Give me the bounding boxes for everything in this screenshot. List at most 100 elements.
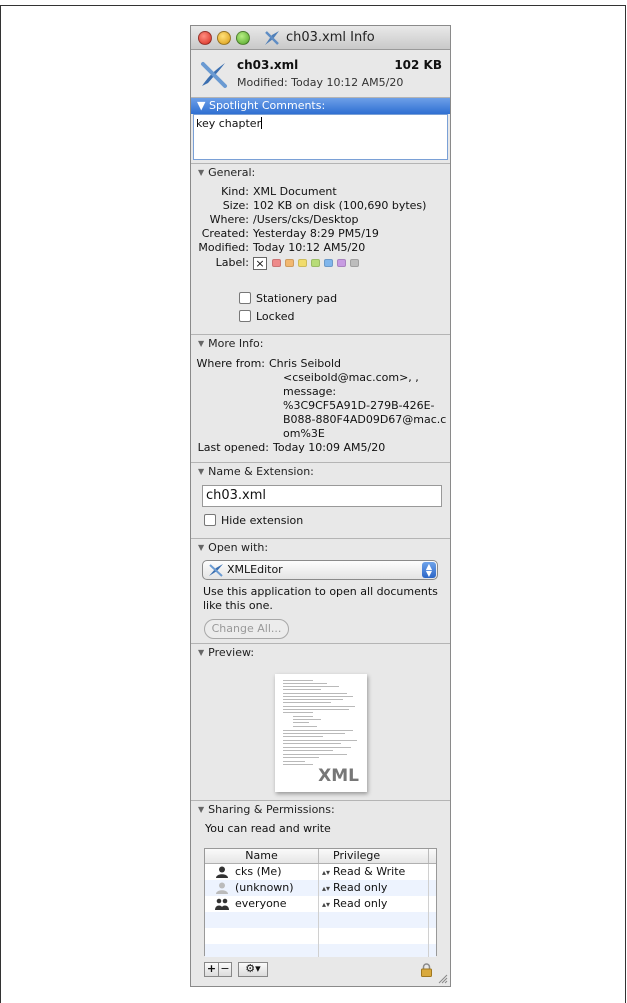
disclosure-triangle-icon: ▼ <box>198 543 205 552</box>
label-red[interactable] <box>272 259 281 267</box>
more-info-header-label: More Info: <box>208 337 264 350</box>
more-info-section: ▼ More Info: Where from: Chris Seibold <c… <box>191 335 450 463</box>
up-down-arrows-icon: ▴▾ <box>322 884 331 893</box>
privilege-value: Read only <box>333 881 388 894</box>
hide-extension-label: Hide extension <box>221 513 304 527</box>
open-with-description: Use this application to open all documen… <box>203 585 438 612</box>
open-with-section: ▼ Open with: XMLEditor ▲ ▼ Use this applic… <box>191 539 450 644</box>
privilege-popup[interactable]: ▴▾ Read only <box>319 880 429 896</box>
general-header[interactable]: ▼ General: <box>191 164 450 182</box>
permissions-table-header: Name Privilege <box>205 849 436 864</box>
privilege-popup[interactable]: ▴▾ Read & Write <box>319 864 429 880</box>
table-row[interactable]: cks (Me) ▴▾ Read & Write <box>205 864 436 880</box>
minimize-button[interactable] <box>217 31 231 45</box>
disclosure-triangle-icon: ▼ <box>198 467 205 476</box>
kind-row: Kind: XML Document <box>191 185 450 199</box>
label-blue[interactable] <box>324 259 333 267</box>
modified-key: Modified: <box>198 241 249 254</box>
preview-thumbnail: XML <box>275 674 367 792</box>
permission-summary: You can read and write <box>205 822 331 835</box>
label-yellow[interactable] <box>298 259 307 267</box>
resize-grip-icon[interactable] <box>438 974 448 984</box>
user-icon <box>216 866 228 878</box>
where-from-line: <cseibold@mac.com>, , <box>283 371 419 384</box>
open-with-header[interactable]: ▼ Open with: <box>191 539 450 557</box>
where-from-value: Chris Seibold <cseibold@mac.com>, , mess… <box>269 357 450 441</box>
locked-label: Locked <box>256 309 295 323</box>
file-name-field[interactable]: ch03.xml <box>202 485 442 507</box>
action-gear-button[interactable]: ⚙▾ <box>238 962 268 977</box>
add-user-button[interactable]: + <box>204 962 218 977</box>
permissions-toolbar: + − ⚙▾ <box>204 962 268 978</box>
spotlight-comments-text: key chapter <box>196 117 262 130</box>
empty-row <box>205 912 436 928</box>
stationery-pad-row[interactable]: Stationery pad <box>239 289 337 307</box>
label-purple[interactable] <box>337 259 346 267</box>
xml-editor-app-icon <box>209 564 223 577</box>
group-icon <box>215 898 229 910</box>
locked-row[interactable]: Locked <box>239 307 337 325</box>
where-row: Where: /Users/cks/Desktop <box>191 213 450 227</box>
hide-extension-checkbox[interactable] <box>204 514 216 526</box>
table-row[interactable]: (unknown) ▴▾ Read only <box>205 880 436 896</box>
size-row: Size: 102 KB on disk (100,690 bytes) <box>191 199 450 213</box>
xml-file-icon <box>265 31 279 45</box>
table-row[interactable]: everyone ▴▾ Read only <box>205 896 436 912</box>
last-opened-value: Today 10:09 AM5/20 <box>273 441 386 454</box>
locked-checkbox[interactable] <box>239 310 251 322</box>
modified-value: Today 10:12 AM5/20 <box>253 241 366 254</box>
sharing-header-label: Sharing & Permissions: <box>208 803 335 816</box>
stationery-pad-label: Stationery pad <box>256 291 338 305</box>
privilege-value: Read only <box>333 897 388 910</box>
label-gray[interactable] <box>350 259 359 267</box>
name-extension-header[interactable]: ▼ Name & Extension: <box>191 463 450 481</box>
empty-row <box>205 928 436 944</box>
column-header-name[interactable]: Name <box>205 849 319 863</box>
window-title: ch03.xml Info <box>286 30 375 45</box>
popup-arrows-icon: ▲ ▼ <box>422 562 436 578</box>
user-name: cks (Me) <box>235 865 282 878</box>
disclosure-triangle-icon: ▼ <box>198 339 205 348</box>
modified-row: Modified: Today 10:12 AM5/20 <box>191 241 450 255</box>
more-info-header[interactable]: ▼ More Info: <box>191 335 450 353</box>
name-extension-header-label: Name & Extension: <box>208 465 314 478</box>
zoom-button[interactable] <box>236 31 250 45</box>
where-from-line: B088-880F4AD09D67@mac.c <box>283 413 447 426</box>
stationery-pad-checkbox[interactable] <box>239 292 251 304</box>
label-green[interactable] <box>311 259 320 267</box>
sharing-header[interactable]: ▼ Sharing & Permissions: <box>191 801 450 819</box>
where-key: Where: <box>209 213 249 226</box>
xml-watermark: XML <box>318 766 359 786</box>
file-modified: Modified: Today 10:12 AM5/20 <box>237 76 404 89</box>
preview-header-label: Preview: <box>208 646 255 659</box>
remove-user-button[interactable]: − <box>218 962 232 977</box>
hide-extension-row[interactable]: Hide extension <box>191 511 450 529</box>
privilege-popup[interactable]: ▴▾ Read only <box>319 896 429 912</box>
created-row: Created: Yesterday 8:29 PM5/19 <box>191 227 450 241</box>
user-name: everyone <box>235 897 287 910</box>
column-header-privilege[interactable]: Privilege <box>319 849 429 863</box>
close-button[interactable] <box>198 31 212 45</box>
where-from-line: %3C9CF5A91D-279B-426E- <box>283 399 435 412</box>
where-from-line: Chris Seibold <box>269 357 342 370</box>
preview-section: ▼ Preview: XML <box>191 644 450 801</box>
open-with-header-label: Open with: <box>208 541 269 554</box>
xml-editor-icon <box>201 62 227 88</box>
change-all-button[interactable]: Change All... <box>204 619 289 639</box>
no-label-button[interactable]: × <box>253 256 267 270</box>
disclosure-triangle-icon: ▼ <box>198 648 205 657</box>
label-swatches: × <box>253 256 450 270</box>
disclosure-triangle-icon: ▼ <box>198 168 205 177</box>
open-with-popup[interactable]: XMLEditor ▲ ▼ <box>202 560 438 580</box>
title-bar[interactable]: ch03.xml Info <box>191 26 450 50</box>
label-key: Label: <box>215 256 249 269</box>
lock-icon[interactable] <box>421 963 432 977</box>
preview-header[interactable]: ▼ Preview: <box>191 644 450 662</box>
privilege-value: Read & Write <box>333 865 406 878</box>
sharing-section: ▼ Sharing & Permissions: You can read and… <box>191 801 450 986</box>
open-with-app-name: XMLEditor <box>227 563 283 576</box>
label-orange[interactable] <box>285 259 294 267</box>
spotlight-comments-header[interactable]: ▼ Spotlight Comments: <box>191 98 450 114</box>
spotlight-comments-field[interactable]: key chapter <box>193 114 448 160</box>
general-section: ▼ General: Kind: XML Document Size: 102 KB … <box>191 163 450 335</box>
